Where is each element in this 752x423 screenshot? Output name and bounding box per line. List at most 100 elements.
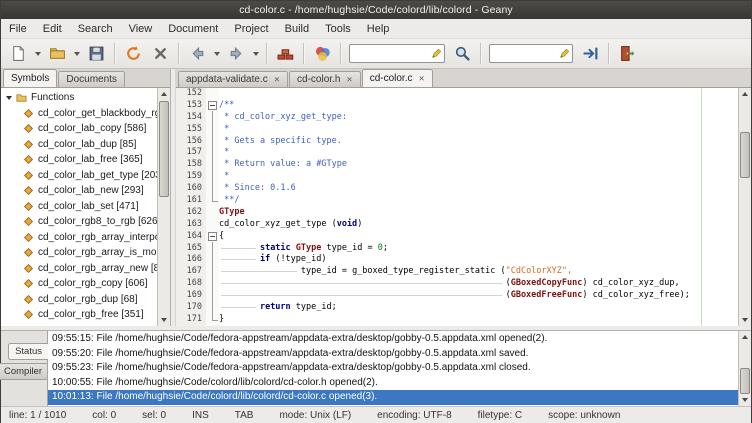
menu-tools[interactable]: Tools bbox=[317, 19, 359, 38]
search-input[interactable] bbox=[352, 48, 431, 59]
symbol-tree[interactable]: Functionscd_color_get_blackbody_rgb [97c… bbox=[1, 88, 170, 326]
scrollbar-thumb[interactable] bbox=[740, 368, 750, 394]
code-text[interactable]: (GBoxedCopyFunc) cd_color_xyz_dup, bbox=[219, 278, 751, 290]
code-text[interactable]: } bbox=[219, 314, 751, 326]
fold-margin bbox=[206, 195, 219, 207]
symbol-item[interactable]: cd_color_rgb_dup [68] bbox=[1, 292, 170, 308]
symbol-item[interactable]: cd_color_get_blackbody_rgb [97 bbox=[1, 106, 170, 122]
code-text[interactable]: * bbox=[219, 124, 751, 136]
compile-button[interactable] bbox=[272, 42, 298, 66]
menu-project[interactable]: Project bbox=[226, 19, 276, 38]
editor-tab-cd-color-c[interactable]: cd-color.c✕ bbox=[362, 69, 433, 88]
code-text[interactable]: { bbox=[219, 231, 751, 243]
menu-search[interactable]: Search bbox=[70, 19, 121, 38]
code-text[interactable]: * Return value: a #GType bbox=[219, 159, 751, 171]
code-text[interactable] bbox=[219, 88, 751, 100]
code-text[interactable]: return type_id; bbox=[219, 302, 751, 314]
code-text[interactable]: (GBoxedFreeFunc) cd_color_xyz_free); bbox=[219, 290, 751, 302]
code-text[interactable]: GType bbox=[219, 207, 751, 219]
menu-document[interactable]: Document bbox=[160, 19, 226, 38]
scrollbar-thumb[interactable] bbox=[159, 101, 169, 197]
code-text[interactable]: * Since: 0.1.6 bbox=[219, 183, 751, 195]
menu-view[interactable]: View bbox=[121, 19, 161, 38]
symbol-item[interactable]: cd_color_rgb_copy [606] bbox=[1, 276, 170, 292]
symbol-item[interactable]: cd_color_lab_dup [85] bbox=[1, 137, 170, 153]
scroll-up-icon[interactable] bbox=[739, 331, 751, 343]
code-editor[interactable]: 152153/**154 * cd_color_xyz_get_type:155… bbox=[176, 88, 751, 326]
revert-button[interactable] bbox=[120, 42, 146, 66]
close-tab-icon[interactable]: ✕ bbox=[418, 75, 424, 83]
scroll-up-icon[interactable] bbox=[739, 88, 751, 100]
symbol-item[interactable]: cd_color_lab_new [293] bbox=[1, 183, 170, 199]
code-text[interactable]: * bbox=[219, 171, 751, 183]
open-button[interactable] bbox=[44, 42, 70, 66]
code-text[interactable]: * Gets a specific type. bbox=[219, 136, 751, 148]
color-chooser-button[interactable] bbox=[309, 42, 335, 66]
code-text[interactable]: cd_color_xyz_get_type (void) bbox=[219, 219, 751, 231]
code-text[interactable]: * bbox=[219, 147, 751, 159]
titlebar[interactable]: cd-color.c - /home/hughsie/Code/colord/l… bbox=[1, 1, 751, 19]
message-row[interactable]: 09:55:15: File /home/hughsie/Code/fedora… bbox=[48, 332, 751, 347]
symbol-item[interactable]: cd_color_rgb8_to_rgb [626] bbox=[1, 214, 170, 230]
menu-file[interactable]: File bbox=[1, 19, 35, 38]
sidebar-tab-documents[interactable]: Documents bbox=[58, 71, 125, 87]
scroll-down-icon[interactable] bbox=[739, 314, 751, 326]
fold-toggle-icon[interactable] bbox=[208, 101, 217, 110]
fold-margin bbox=[206, 314, 219, 326]
code-text[interactable]: type_id = g_boxed_type_register_static (… bbox=[219, 266, 751, 278]
message-row[interactable]: 10:01:13: File /home/hughsie/Code/colord… bbox=[48, 390, 751, 405]
message-row[interactable]: 09:55:20: File /home/hughsie/Code/fedora… bbox=[48, 347, 751, 362]
message-scrollbar[interactable] bbox=[738, 331, 751, 406]
quit-button[interactable] bbox=[614, 42, 640, 66]
scroll-up-icon[interactable] bbox=[158, 88, 170, 100]
symbol-item[interactable]: cd_color_lab_set [471] bbox=[1, 199, 170, 215]
sidebar-scrollbar[interactable] bbox=[157, 88, 170, 326]
message-row[interactable]: 09:55:23: File /home/hughsie/Code/fedora… bbox=[48, 361, 751, 376]
forward-dropdown-arrow[interactable] bbox=[250, 42, 261, 66]
menu-edit[interactable]: Edit bbox=[35, 19, 70, 38]
scroll-down-icon[interactable] bbox=[158, 314, 170, 326]
code-text[interactable]: /** bbox=[219, 100, 751, 112]
menu-build[interactable]: Build bbox=[277, 19, 317, 38]
goto-line-button[interactable] bbox=[577, 42, 603, 66]
search-button[interactable] bbox=[449, 42, 475, 66]
symbol-item[interactable]: cd_color_rgb_free [351] bbox=[1, 307, 170, 323]
forward-button[interactable] bbox=[223, 42, 249, 66]
code-text[interactable]: * cd_color_xyz_get_type: bbox=[219, 112, 751, 124]
symbol-item[interactable]: cd_color_lab_free [365] bbox=[1, 152, 170, 168]
line-number: 159 bbox=[176, 171, 206, 183]
back-dropdown-arrow[interactable] bbox=[211, 42, 222, 66]
expander-icon[interactable] bbox=[4, 93, 14, 103]
symbol-item[interactable]: cd_color_lab_copy [586] bbox=[1, 121, 170, 137]
editor-tab-appdata-validate-c[interactable]: appdata-validate.c✕ bbox=[178, 71, 288, 87]
msgwin-tab-status[interactable]: Status bbox=[8, 343, 48, 360]
code-text[interactable]: if (!type_id) bbox=[219, 254, 751, 266]
sidebar-tab-symbols[interactable]: Symbols bbox=[3, 69, 57, 88]
close-tab-icon[interactable]: ✕ bbox=[274, 76, 280, 84]
save-button[interactable] bbox=[83, 42, 109, 66]
goto-line-input[interactable] bbox=[492, 48, 559, 59]
open-dropdown-arrow[interactable] bbox=[71, 42, 82, 66]
symbol-root-row[interactable]: Functions bbox=[1, 90, 170, 106]
editor-tab-cd-color-h[interactable]: cd-color.h✕ bbox=[289, 71, 361, 87]
status-message-list[interactable]: 09:55:15: File /home/hughsie/Code/fedora… bbox=[48, 331, 751, 406]
code-text[interactable]: **/ bbox=[219, 195, 751, 207]
close-tab-icon[interactable]: ✕ bbox=[346, 76, 352, 84]
editor-scrollbar[interactable] bbox=[738, 88, 751, 326]
close-button[interactable] bbox=[147, 42, 173, 66]
message-row[interactable]: 10:00:55: File /home/hughsie/Code/colord… bbox=[48, 376, 751, 391]
fold-toggle-icon[interactable] bbox=[208, 232, 217, 241]
menu-help[interactable]: Help bbox=[359, 19, 398, 38]
symbol-item[interactable]: cd_color_lab_get_type [203] bbox=[1, 168, 170, 184]
scroll-down-icon[interactable] bbox=[739, 394, 751, 406]
new-dropdown-arrow[interactable] bbox=[32, 42, 43, 66]
symbol-item[interactable]: cd_color_rgb_array_new [896] bbox=[1, 261, 170, 277]
new-button[interactable] bbox=[5, 42, 31, 66]
code-text[interactable]: static GType type_id = 0; bbox=[219, 243, 751, 255]
tab-whitespace bbox=[219, 266, 301, 276]
symbol-item[interactable]: cd_color_rgb_array_is_monotonic bbox=[1, 245, 170, 261]
scrollbar-thumb[interactable] bbox=[740, 132, 750, 178]
msgwin-tab-compiler[interactable]: Compiler bbox=[0, 363, 47, 380]
symbol-item[interactable]: cd_color_rgb_array_interpolate [9 bbox=[1, 230, 170, 246]
back-button[interactable] bbox=[184, 42, 210, 66]
